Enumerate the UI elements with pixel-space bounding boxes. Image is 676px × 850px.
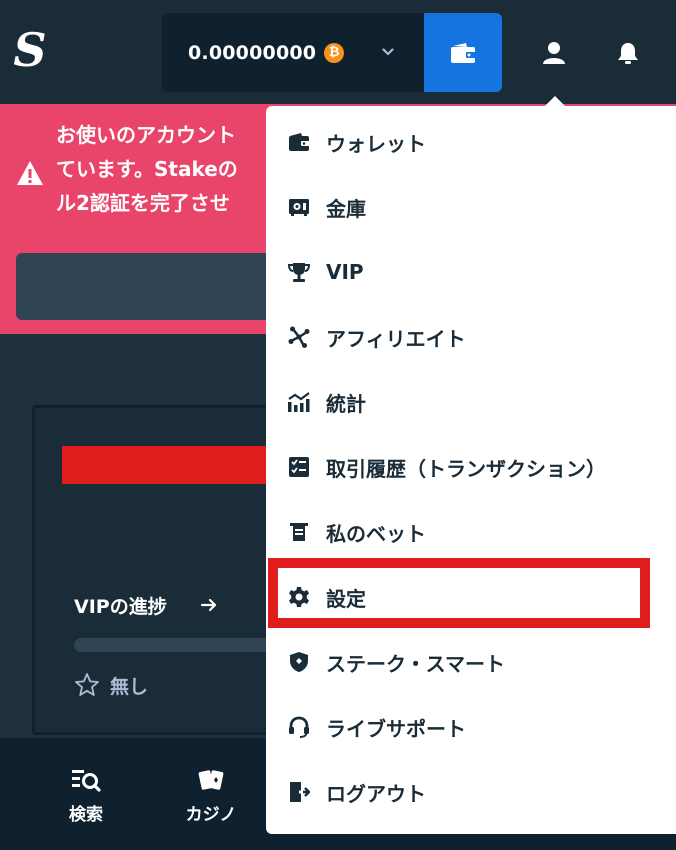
menu-label-statistics: 統計 [326,391,366,416]
menu-caret [545,96,565,106]
wallet-button[interactable] [424,13,502,92]
vault-icon [286,194,312,220]
settings-highlight-box [268,558,650,628]
menu-item-vault[interactable]: 金庫 [266,175,676,239]
bets-icon [286,519,312,545]
transactions-icon [286,454,312,480]
menu-label-vault: 金庫 [326,196,366,221]
vip-progress-link[interactable]: VIPの進捗 [74,592,167,619]
menu-item-logout[interactable]: ログアウト [266,760,676,824]
logo-text: S [13,23,47,77]
menu-item-stake-smart[interactable]: ステーク・スマート [266,630,676,694]
search-icon [68,766,104,796]
user-button[interactable] [530,30,578,76]
chevron-down-icon [382,48,394,56]
vip-rank: 無し [110,676,149,698]
shield-icon [286,649,312,675]
bell-icon [618,43,638,64]
user-icon [543,42,565,64]
nav-label-search: 検索 [69,805,103,825]
menu-label-transactions: 取引履歴（トランザクション） [326,456,606,481]
balance-selector[interactable]: 0.00000000 ₿ [162,13,424,92]
menu-label-live-support: ライブサポート [326,716,466,741]
nav-label-casino: カジノ [185,805,237,825]
menu-item-live-support[interactable]: ライブサポート [266,695,676,759]
balance-amount: 0.00000000 [188,41,317,64]
cards-icon [193,766,229,796]
statistics-icon [286,389,312,415]
wallet-icon [286,129,312,155]
warning-icon [17,161,43,185]
headset-icon [286,714,312,740]
menu-item-statistics[interactable]: 統計 [266,370,676,434]
user-dropdown-menu: ウォレット 金庫 VIP アフィリエイト 統計 取引履歴（トランザクション） 私… [266,106,676,834]
menu-label-stake-smart: ステーク・スマート [326,651,505,676]
top-header: S 0.00000000 ₿ [0,0,676,104]
menu-item-transactions[interactable]: 取引履歴（トランザクション） [266,435,676,499]
bitcoin-symbol: ₿ [328,45,340,60]
notifications-button[interactable] [604,30,652,76]
bitcoin-icon: ₿ [324,42,345,63]
arrow-right-icon [200,598,217,612]
alert-line-1: お使いのアカウント [56,123,236,147]
menu-item-vip[interactable]: VIP [266,240,676,304]
wallet-icon [451,42,476,63]
alert-line-2: ています。Stakeの [56,157,238,181]
affiliate-icon [286,324,312,350]
menu-label-vip: VIP [326,260,364,284]
nav-item-casino[interactable]: カジノ [171,766,251,825]
logout-icon [286,779,312,805]
menu-item-wallet[interactable]: ウォレット [266,110,676,174]
menu-item-my-bets[interactable]: 私のベット [266,500,676,564]
menu-label-logout: ログアウト [326,781,426,806]
nav-item-search[interactable]: 検索 [46,766,126,825]
trophy-icon [286,259,312,285]
alert-line-3: ル2認証を完了させ [56,191,230,215]
menu-label-affiliate: アフィリエイト [326,326,466,351]
menu-item-affiliate[interactable]: アフィリエイト [266,305,676,369]
redacted-username [62,446,292,484]
menu-label-wallet: ウォレット [326,131,426,156]
menu-label-my-bets: 私のベット [326,521,426,546]
alert-message: お使いのアカウント ています。Stakeの ル2認証を完了させ [56,118,286,220]
stake-logo[interactable]: S [8,22,52,78]
star-icon [75,673,99,696]
